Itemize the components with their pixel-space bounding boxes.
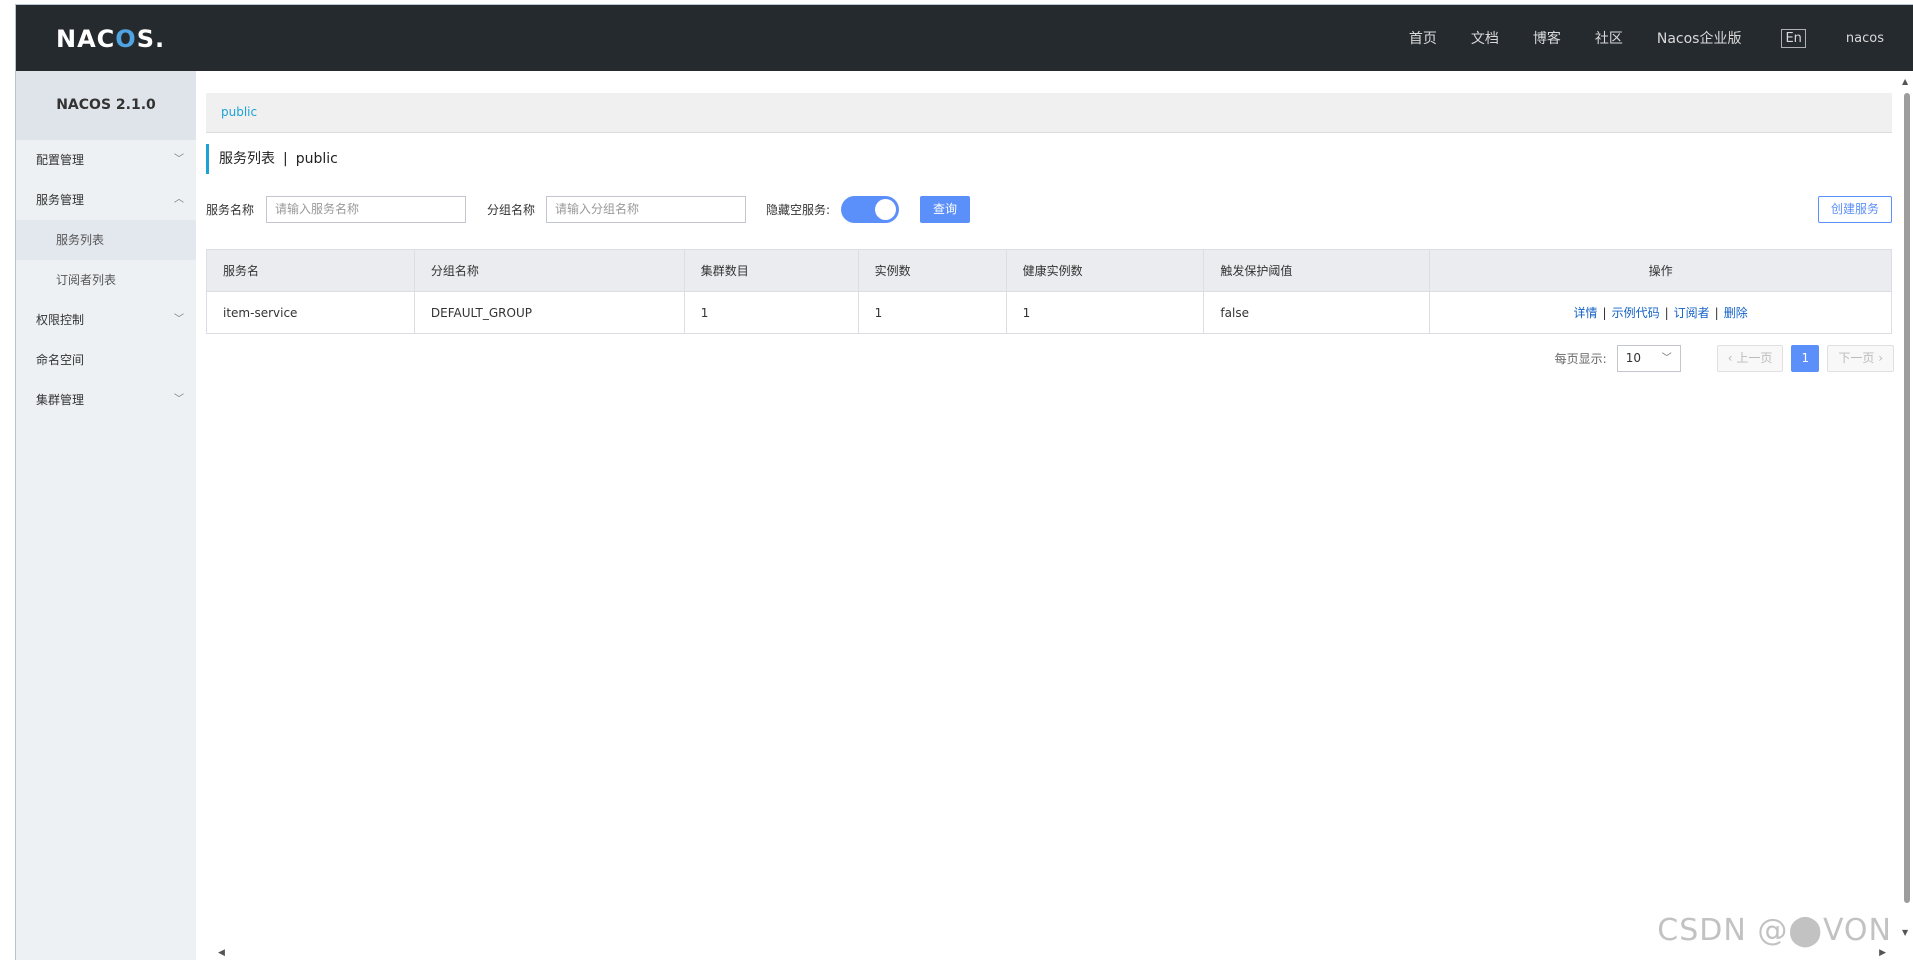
chevron-right-icon: ›	[1878, 351, 1883, 365]
service-table: 服务名 分组名称 集群数目 实例数 健康实例数 触发保护阈值 操作 item-s…	[206, 249, 1892, 334]
page-size-select[interactable]: 10 ﹀	[1616, 345, 1681, 372]
sidebar-item-label: 命名空间	[36, 353, 85, 367]
app-window: NACOS. 首页 文档 博客 社区 Nacos企业版 En nacos NAC…	[15, 4, 1913, 960]
detail-link[interactable]: 详情	[1574, 306, 1598, 320]
user-menu[interactable]: nacos	[1846, 31, 1884, 46]
sidebar-item-service-list[interactable]: 服务列表	[16, 220, 196, 260]
chevron-left-icon: ‹	[1727, 351, 1733, 365]
sidebar-item-label: 订阅者列表	[56, 273, 117, 287]
next-page-button[interactable]: 下一页 ›	[1827, 345, 1894, 372]
separator: |	[1602, 306, 1607, 320]
column-header: 服务名	[206, 249, 415, 292]
chevron-down-icon: ﹀	[174, 394, 184, 405]
nav-home[interactable]: 首页	[1409, 28, 1437, 48]
chevron-down-icon: ﹀	[174, 154, 184, 165]
nacos-logo[interactable]: NACOS.	[56, 25, 165, 53]
sidebar-item-subscribers[interactable]: 订阅者列表	[16, 260, 196, 300]
namespace-tab-public[interactable]: public	[221, 105, 257, 119]
scroll-down-icon[interactable]: ▼	[1902, 928, 1908, 937]
version-label: NACOS 2.1.0	[16, 71, 196, 140]
cell-healthy-count: 1	[1005, 291, 1205, 334]
separator: |	[1664, 306, 1669, 320]
cell-protect-threshold: false	[1203, 291, 1431, 334]
create-service-button[interactable]: 创建服务	[1818, 196, 1892, 223]
service-name-label: 服务名称	[206, 203, 255, 217]
page-number-current[interactable]: 1	[1791, 345, 1820, 372]
scroll-up-icon[interactable]: ▲	[1902, 77, 1908, 86]
sidebar-item-cluster[interactable]: 集群管理 ﹀	[16, 380, 196, 420]
column-header: 触发保护阈值	[1203, 249, 1431, 292]
column-header: 分组名称	[413, 249, 685, 292]
table-header-row: 服务名 分组名称 集群数目 实例数 健康实例数 触发保护阈值 操作	[206, 249, 1892, 292]
cell-operations: 详情 | 示例代码 | 订阅者 | 删除	[1429, 291, 1892, 334]
column-header: 集群数目	[683, 249, 859, 292]
nav-docs[interactable]: 文档	[1471, 28, 1499, 48]
main-content: public 服务列表 | public 服务名称 请输入服务名称 分组名称 请输入…	[206, 71, 1894, 960]
nav-enterprise[interactable]: Nacos企业版	[1657, 28, 1742, 48]
page-title: 服务列表 | public	[206, 144, 338, 174]
sidebar-item-service[interactable]: 服务管理 ︿	[16, 180, 196, 220]
sample-code-link[interactable]: 示例代码	[1612, 306, 1660, 320]
cell-group-name: DEFAULT_GROUP	[413, 291, 685, 334]
scroll-thumb[interactable]	[1904, 93, 1910, 903]
group-name-input[interactable]: 请输入分组名称	[546, 196, 746, 223]
table-row: item-service DEFAULT_GROUP 1 1 1 false 详…	[206, 291, 1892, 334]
group-name-label: 分组名称	[487, 203, 536, 217]
pagination: 每页显示: 10 ﹀ ‹ 上一页 1 下一页 ›	[1555, 345, 1894, 372]
separator: |	[1714, 306, 1719, 320]
cell-instance-count: 1	[857, 291, 1007, 334]
hide-empty-label: 隐藏空服务:	[766, 203, 831, 217]
sidebar-item-namespace[interactable]: 命名空间	[16, 340, 196, 380]
query-button[interactable]: 查询	[920, 196, 970, 223]
sidebar-item-label: 配置管理	[36, 153, 85, 167]
chevron-down-icon: ﹀	[174, 314, 184, 325]
sidebar-item-label: 服务管理	[36, 193, 85, 207]
horizontal-scrollbar[interactable]: ◀ ▶	[206, 948, 1896, 958]
delete-link[interactable]: 删除	[1724, 306, 1748, 320]
nav-community[interactable]: 社区	[1595, 28, 1623, 48]
scroll-right-icon[interactable]: ▶	[1879, 948, 1886, 958]
language-switch[interactable]: En	[1781, 28, 1806, 48]
watermark: CSDN @⬤VON	[1657, 913, 1892, 948]
page-size-label: 每页显示:	[1554, 352, 1607, 366]
column-header: 健康实例数	[1005, 249, 1205, 292]
sidebar: NACOS 2.1.0 配置管理 ﹀ 服务管理 ︿ 服务列表 订阅者列表 权限控…	[16, 71, 196, 960]
top-nav: 首页 文档 博客 社区 Nacos企业版 En nacos	[1375, 5, 1884, 71]
subscribers-link[interactable]: 订阅者	[1674, 306, 1710, 320]
top-navbar: NACOS. 首页 文档 博客 社区 Nacos企业版 En nacos	[16, 5, 1913, 71]
hide-empty-toggle[interactable]	[841, 196, 899, 223]
nav-blog[interactable]: 博客	[1533, 28, 1561, 48]
sidebar-item-label: 服务列表	[56, 233, 105, 247]
sidebar-item-label: 权限控制	[36, 313, 85, 327]
chevron-up-icon: ︿	[174, 194, 184, 205]
vertical-scrollbar[interactable]: ▲ ▼	[1902, 77, 1912, 937]
namespace-bar: public	[206, 93, 1892, 133]
column-header: 操作	[1429, 249, 1892, 292]
cell-service-name: item-service	[206, 291, 415, 334]
service-name-input[interactable]: 请输入服务名称	[266, 196, 466, 223]
sidebar-item-config[interactable]: 配置管理 ﹀	[16, 140, 196, 180]
sidebar-item-label: 集群管理	[36, 393, 85, 407]
sidebar-item-auth[interactable]: 权限控制 ﹀	[16, 300, 196, 340]
column-header: 实例数	[857, 249, 1007, 292]
scroll-left-icon[interactable]: ◀	[218, 948, 225, 958]
chevron-down-icon: ﹀	[1661, 353, 1672, 364]
filter-row: 服务名称 请输入服务名称 分组名称 请输入分组名称 隐藏空服务: 查询 创建服务	[206, 195, 1892, 225]
cell-cluster-count: 1	[683, 291, 859, 334]
prev-page-button[interactable]: ‹ 上一页	[1716, 345, 1784, 372]
toggle-knob	[875, 199, 896, 220]
